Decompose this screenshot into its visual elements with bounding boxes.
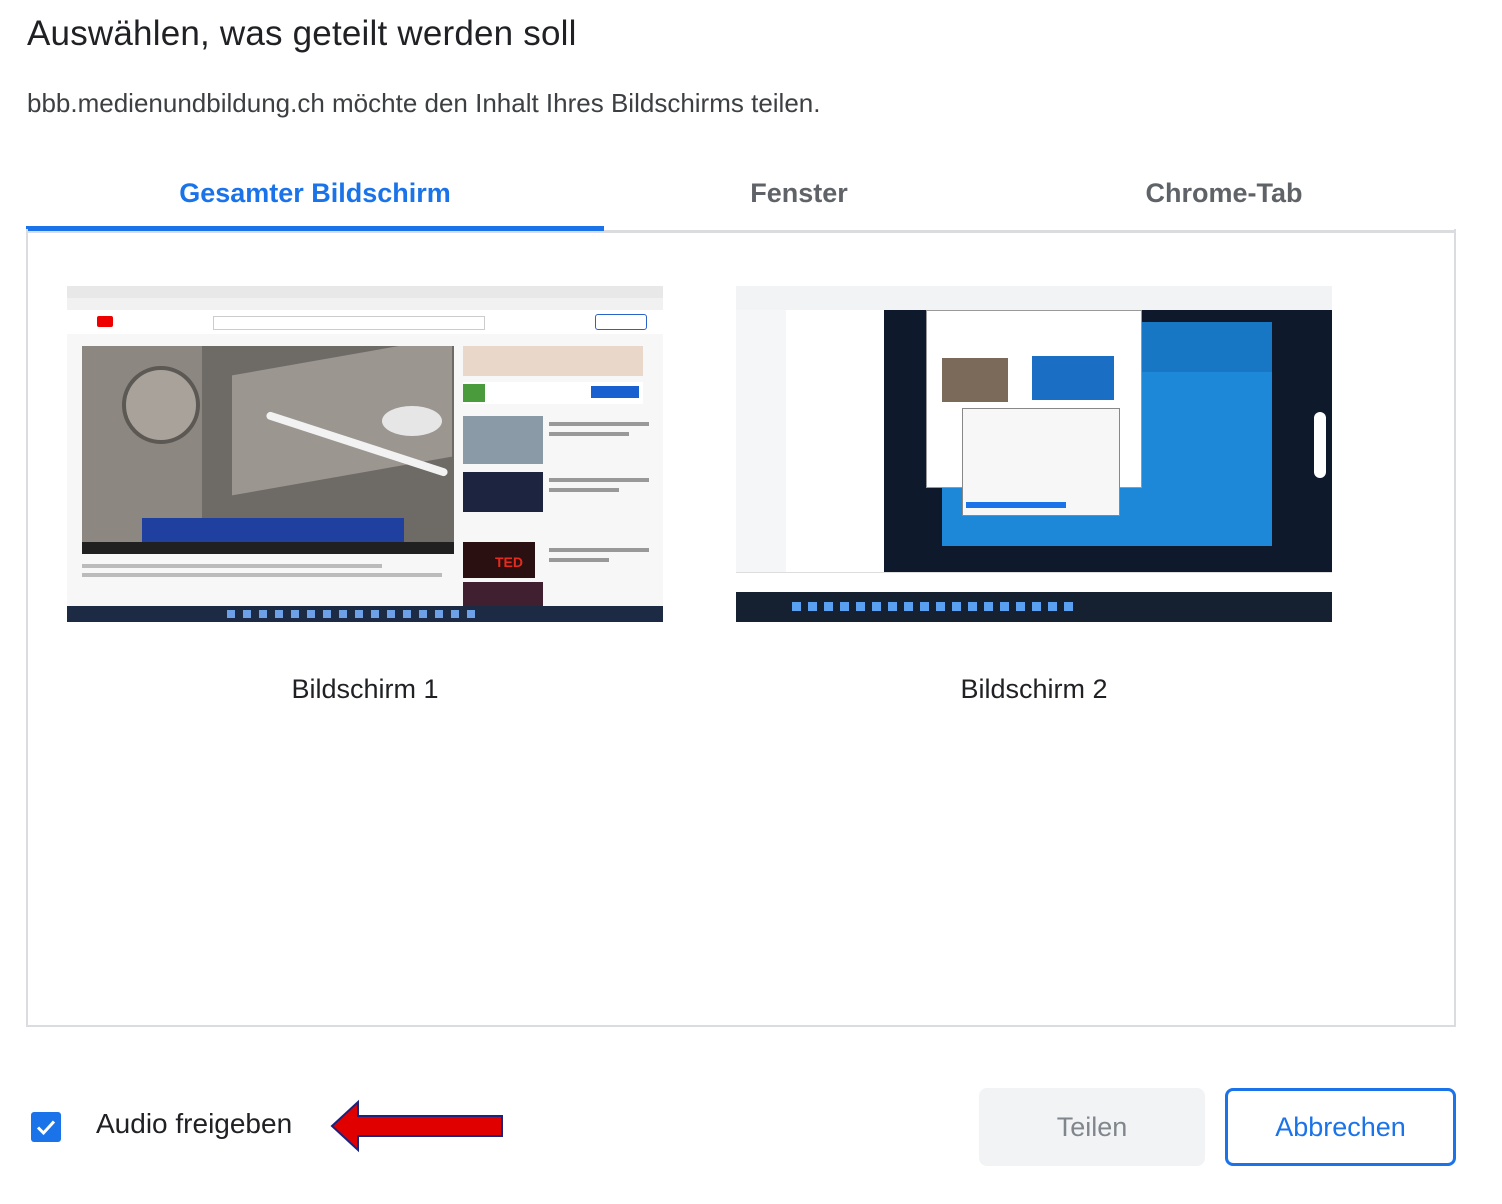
screen-option-1[interactable]: TED Bildschirm 1 <box>67 286 663 705</box>
share-screen-dialog: Auswählen, was geteilt werden soll bbb.m… <box>0 0 1502 1204</box>
screen-2-label: Bildschirm 2 <box>960 674 1108 704</box>
dialog-subtitle: bbb.medienundbildung.ch möchte den Inhal… <box>27 88 821 118</box>
tab-fenster[interactable]: Fenster <box>604 160 994 226</box>
screen-1-label: Bildschirm 1 <box>291 674 439 704</box>
ted-thumbnail: TED <box>463 542 535 578</box>
audio-share-label[interactable]: Audio freigeben <box>96 1108 292 1140</box>
taskbar <box>67 606 663 622</box>
cancel-button[interactable]: Abbrechen <box>1225 1088 1456 1166</box>
taskbar <box>736 592 1332 622</box>
screen-1-thumbnail[interactable]: TED <box>67 286 663 622</box>
audio-share-checkbox[interactable] <box>31 1112 61 1142</box>
tab-gesamter-bildschirm[interactable]: Gesamter Bildschirm <box>26 160 604 231</box>
tab-chrome-tab[interactable]: Chrome-Tab <box>994 160 1454 226</box>
youtube-logo-icon <box>97 316 113 327</box>
dialog-title: Auswählen, was geteilt werden soll <box>27 14 577 53</box>
checkmark-icon <box>36 1120 56 1136</box>
screen-2-thumbnail[interactable] <box>736 286 1332 622</box>
tab-bar: Gesamter Bildschirm Fenster Chrome-Tab <box>26 160 1454 233</box>
screen-option-2[interactable]: Bildschirm 2 <box>736 286 1332 705</box>
thumbnail-video <box>82 346 454 554</box>
share-button[interactable]: Teilen <box>979 1088 1205 1166</box>
screen-list-panel: TED Bildschirm 1 Bildschirm 2 <box>26 229 1456 1027</box>
red-arrow-icon <box>330 1099 503 1153</box>
